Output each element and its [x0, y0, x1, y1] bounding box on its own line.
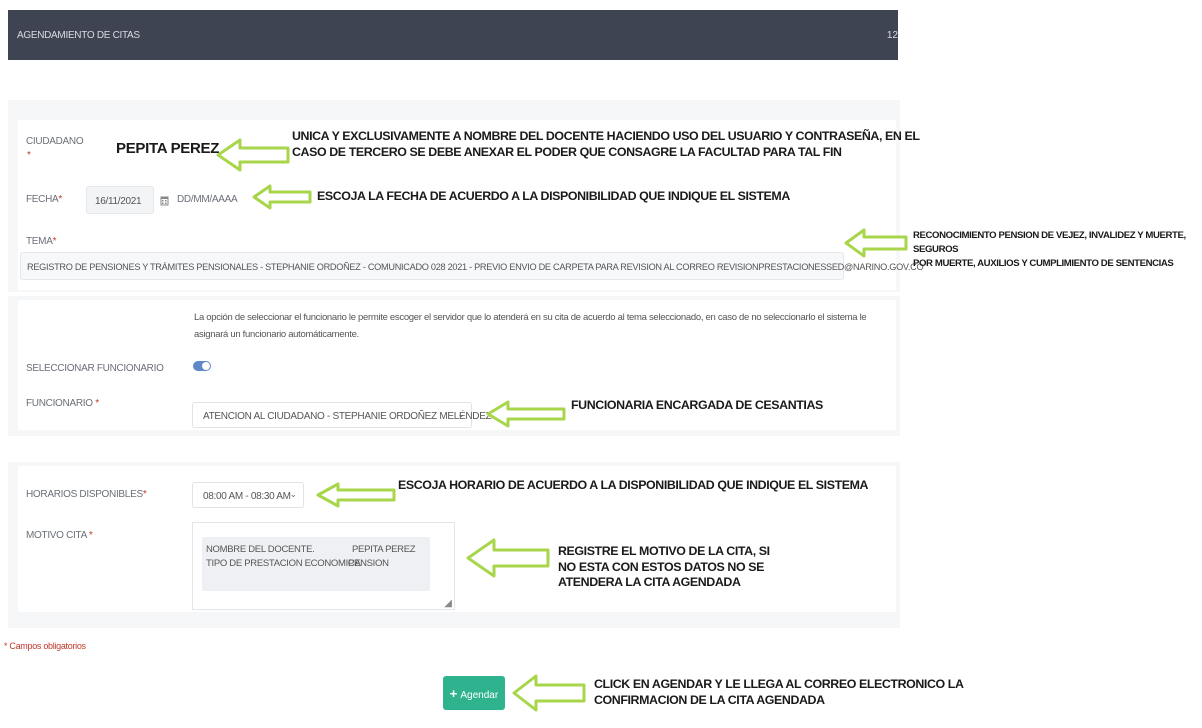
fecha-format-hint: DD/MM/AAAA — [177, 194, 238, 205]
agendar-annotation: CLICK EN AGENDAR Y LE LLEGA AL CORREO EL… — [594, 677, 964, 707]
header-right-text: 12 — [886, 30, 898, 41]
horarios-select[interactable]: 08:00 AM - 08:30 AM ⌄ — [192, 482, 304, 508]
required-fields-note: * Campos obligatorios — [4, 641, 86, 651]
resize-handle-icon[interactable]: ◢ — [444, 598, 452, 609]
seleccionar-funcionario-toggle[interactable] — [193, 361, 211, 371]
chevron-down-icon: ⌄ — [457, 409, 465, 419]
fecha-label: FECHA* — [26, 194, 62, 205]
ciudadano-value: PEPITA PEREZ — [116, 140, 220, 157]
funcionario-annotation: FUNCIONARIA ENCARGADA DE CESANTIAS — [571, 398, 823, 412]
motivo-textarea[interactable]: NOMBRE DEL DOCENTE. PEPITA PEREZ TIPO DE… — [192, 522, 455, 610]
toggle-knob — [202, 362, 210, 370]
tema-label: TEMA* — [26, 236, 57, 247]
funcionario-label: FUNCIONARIO * — [26, 398, 99, 409]
seleccionar-funcionario-label: SELECCIONAR FUNCIONARIO — [26, 363, 164, 374]
arrow-left-icon — [216, 138, 290, 172]
tema-annotation: RECONOCIMIENTO PENSION DE VEJEZ, INVALID… — [913, 230, 1186, 269]
tema-select[interactable]: REGISTRO DE PENSIONES Y TRÁMITES PENSION… — [20, 252, 924, 280]
horarios-label: HORARIOS DISPONIBLES* — [26, 489, 147, 500]
arrow-left-icon — [252, 184, 312, 210]
arrow-left-icon — [512, 674, 586, 712]
chevron-down-icon: ⌄ — [289, 489, 297, 499]
fecha-input[interactable]: 16/11/2021 — [86, 186, 154, 214]
plus-icon: + — [449, 685, 458, 701]
horario-annotation: ESCOJA HORARIO DE ACUERDO A LA DISPONIBI… — [398, 478, 869, 492]
page-title: AGENDAMIENTO DE CITAS — [17, 30, 140, 41]
motivo-label: MOTIVO CITA * — [26, 530, 93, 541]
funcionario-select[interactable]: ATENCION AL CIUDADANO - STEPHANIE ORDOÑE… — [192, 402, 492, 428]
fecha-annotation: ESCOJA LA FECHA DE ACUERDO A LA DISPONIB… — [317, 189, 790, 203]
arrow-left-icon — [486, 400, 566, 428]
arrow-left-icon — [316, 482, 396, 508]
arrow-left-icon — [844, 228, 908, 258]
calendar-icon[interactable] — [160, 193, 169, 211]
app-header: AGENDAMIENTO DE CITAS 12 — [8, 10, 898, 60]
funcionario-info-text: La opción de seleccionar el funcionario … — [194, 312, 867, 340]
agendar-button[interactable]: + Agendar — [443, 676, 505, 710]
ciudadano-required-mark: * — [27, 150, 31, 161]
arrow-left-icon — [466, 538, 550, 578]
ciudadano-label: CIUDADANO — [26, 136, 84, 147]
motivo-annotation: REGISTRE EL MOTIVO DE LA CITA, SI NO EST… — [558, 544, 770, 589]
ciudadano-annotation: UNICA Y EXCLUSIVAMENTE A NOMBRE DEL DOCE… — [292, 129, 920, 159]
